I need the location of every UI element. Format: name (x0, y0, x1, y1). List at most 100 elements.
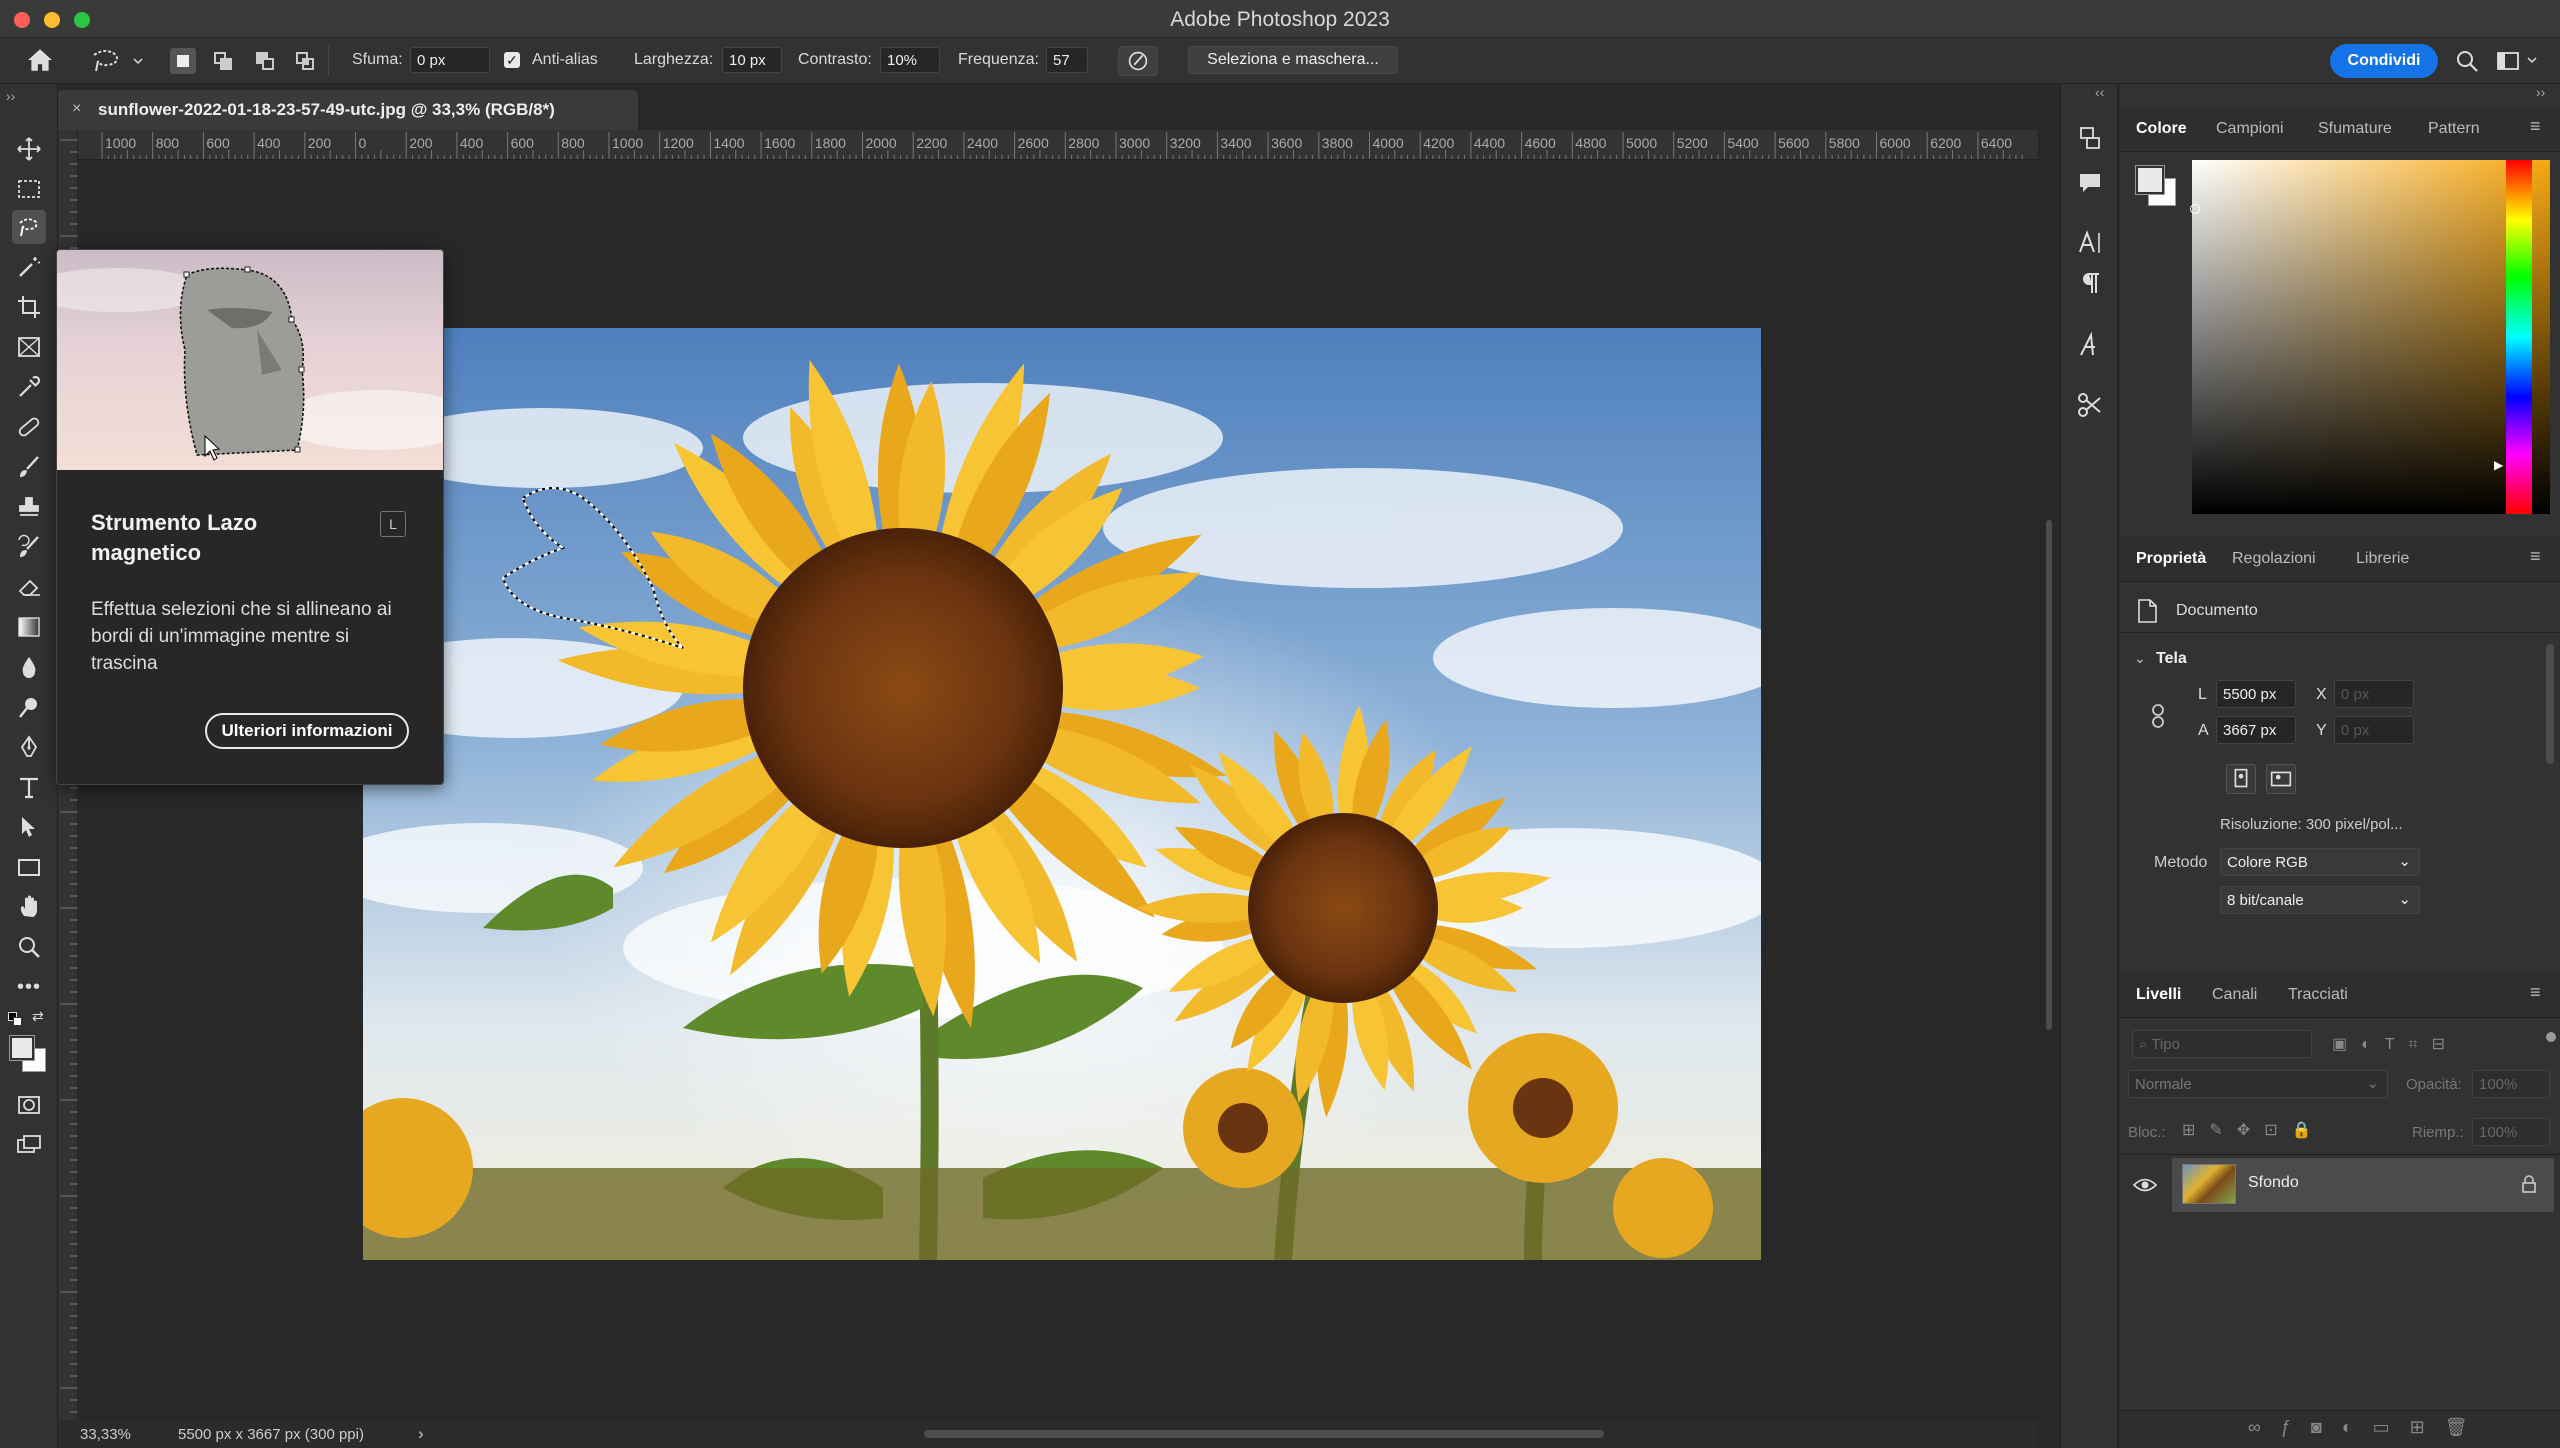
close-tab-icon[interactable]: × (72, 100, 81, 118)
canvas-y-input[interactable]: 0 px (2334, 716, 2414, 744)
layer-filter-input[interactable]: ⌕ Tipo (2132, 1030, 2312, 1058)
clone-stamp-tool[interactable] (12, 490, 46, 524)
color-panel-swatches[interactable] (2134, 164, 2180, 210)
layer-row[interactable]: Sfondo (2172, 1158, 2554, 1212)
history-panel-button[interactable] (2075, 124, 2105, 154)
object-selection-tool[interactable] (12, 250, 46, 284)
portrait-orientation-button[interactable] (2226, 764, 2256, 794)
lasso-tool[interactable] (12, 210, 46, 244)
comments-panel-button[interactable] (2075, 168, 2105, 198)
marquee-tool[interactable] (12, 172, 46, 206)
tab-proprieta[interactable]: Proprietà (2136, 550, 2206, 568)
vertical-scroll-thumb[interactable] (2046, 520, 2052, 1030)
filter-toggle[interactable] (2546, 1032, 2556, 1042)
blur-tool[interactable] (12, 650, 46, 684)
more-tools-icon[interactable]: ••• (12, 970, 46, 1004)
home-button[interactable] (26, 47, 56, 75)
opacity-input[interactable]: 100% (2472, 1070, 2550, 1098)
canvas-width-input[interactable]: 5500 px (2216, 680, 2296, 708)
zoom-level[interactable]: 33,33% (80, 1426, 131, 1443)
tab-tracciati[interactable]: Tracciati (2288, 986, 2348, 1004)
chevron-down-icon[interactable]: ⌄ (2134, 650, 2146, 667)
hue-slider-handle[interactable]: ▶ (2494, 458, 2503, 472)
document-tab[interactable]: × sunflower-2022-01-18-23-57-49-utc.jpg … (58, 90, 638, 130)
healing-brush-tool[interactable] (12, 410, 46, 444)
tab-colore[interactable]: Colore (2136, 120, 2187, 138)
color-mode-select[interactable]: Colore RGB ⌄ (2220, 848, 2420, 876)
collapse-right-panel-icon[interactable]: ›› (2536, 84, 2545, 100)
rectangle-tool[interactable] (12, 850, 46, 884)
color-swatches[interactable] (8, 1034, 48, 1074)
frame-tool[interactable] (12, 330, 46, 364)
horizontal-scroll-thumb[interactable] (924, 1430, 1604, 1438)
path-selection-tool[interactable] (12, 810, 46, 844)
pen-tool[interactable] (12, 730, 46, 764)
color-picker-handle[interactable] (2190, 204, 2200, 214)
paragraph-panel-button[interactable] (2075, 268, 2105, 298)
tab-canali[interactable]: Canali (2212, 986, 2257, 1004)
quick-mask-button[interactable] (12, 1088, 46, 1122)
character-panel-button[interactable] (2075, 228, 2105, 258)
type-tool[interactable] (12, 770, 46, 804)
canvas-height-input[interactable]: 3667 px (2216, 716, 2296, 744)
lock-options[interactable]: ⊞✎✥⊡🔒 (2182, 1120, 2362, 1142)
learn-more-button[interactable]: Ulteriori informazioni (205, 713, 409, 749)
properties-scroll-thumb[interactable] (2546, 644, 2554, 764)
landscape-orientation-button[interactable] (2266, 764, 2296, 794)
frequency-input[interactable]: 57 (1046, 47, 1088, 73)
glyphs-panel-button[interactable] (2075, 330, 2105, 360)
zoom-tool[interactable] (12, 930, 46, 964)
tab-campioni[interactable]: Campioni (2216, 120, 2284, 138)
panel-menu-icon[interactable]: ≡ (2530, 116, 2541, 137)
width-input[interactable]: 10 px (722, 47, 782, 73)
collapse-dock-icon[interactable]: ‹‹ (2095, 84, 2104, 100)
panel-menu-icon[interactable]: ≡ (2530, 546, 2541, 567)
layer-name[interactable]: Sfondo (2248, 1174, 2299, 1192)
canvas-section-title[interactable]: Tela (2156, 650, 2187, 668)
pen-pressure-button[interactable] (1118, 46, 1158, 76)
fill-input[interactable]: 100% (2472, 1118, 2550, 1146)
bit-depth-select[interactable]: 8 bit/canale ⌄ (2220, 886, 2420, 914)
share-button[interactable]: Condividi (2330, 44, 2438, 78)
sunflower-image[interactable] (363, 328, 1761, 1260)
layer-filter-icons[interactable]: ▣◐T⌗⊟ (2332, 1034, 2542, 1056)
horizontal-ruler[interactable]: 1000 800 600 400 200 0 200 400 600 800 1000 1200 140… (78, 130, 2038, 160)
status-menu-arrow[interactable]: › (418, 1424, 424, 1444)
canvas-x-input[interactable]: 0 px (2334, 680, 2414, 708)
move-tool[interactable] (12, 132, 46, 166)
swap-colors-icon[interactable]: ⇄ (32, 1008, 44, 1025)
layer-actions[interactable]: ∞ƒ◙◐▭⊞🗑 (2248, 1417, 2548, 1443)
new-selection-button[interactable] (170, 48, 196, 74)
antialias-checkbox[interactable]: ✓ (504, 52, 520, 68)
tool-presets-panel-button[interactable] (2075, 390, 2105, 420)
search-button[interactable] (2454, 48, 2480, 74)
tab-pattern[interactable]: Pattern (2428, 120, 2480, 138)
brush-tool[interactable] (12, 450, 46, 484)
screen-mode-button[interactable] (12, 1128, 46, 1162)
add-to-selection-button[interactable] (212, 50, 234, 72)
tool-preset-picker[interactable] (86, 45, 146, 77)
collapse-toolbar-icon[interactable]: ›› (6, 88, 15, 104)
hand-tool[interactable] (12, 890, 46, 924)
tab-regolazioni[interactable]: Regolazioni (2232, 550, 2316, 568)
default-colors-icon[interactable] (8, 1012, 22, 1026)
panel-menu-icon[interactable]: ≡ (2530, 982, 2541, 1003)
subtract-from-selection-button[interactable] (254, 50, 276, 72)
hue-slider[interactable] (2506, 160, 2532, 514)
crop-tool[interactable] (12, 290, 46, 324)
feather-input[interactable]: 0 px (410, 47, 490, 73)
tab-librerie[interactable]: Librerie (2356, 550, 2409, 568)
tab-sfumature[interactable]: Sfumature (2318, 120, 2392, 138)
gradient-tool[interactable] (12, 610, 46, 644)
contrast-input[interactable]: 10% (880, 47, 940, 73)
eyedropper-tool[interactable] (12, 370, 46, 404)
eraser-tool[interactable] (12, 570, 46, 604)
link-dimensions-button[interactable] (2148, 702, 2168, 730)
layer-visibility-toggle[interactable] (2132, 1176, 2158, 1194)
select-and-mask-button[interactable]: Seleziona e maschera... (1188, 46, 1398, 74)
vertical-scrollbar[interactable] (2038, 130, 2060, 1420)
dodge-tool[interactable] (12, 690, 46, 724)
foreground-color-swatch[interactable] (9, 1035, 35, 1061)
intersect-selection-button[interactable] (294, 50, 316, 72)
workspace-button[interactable] (2496, 48, 2540, 74)
